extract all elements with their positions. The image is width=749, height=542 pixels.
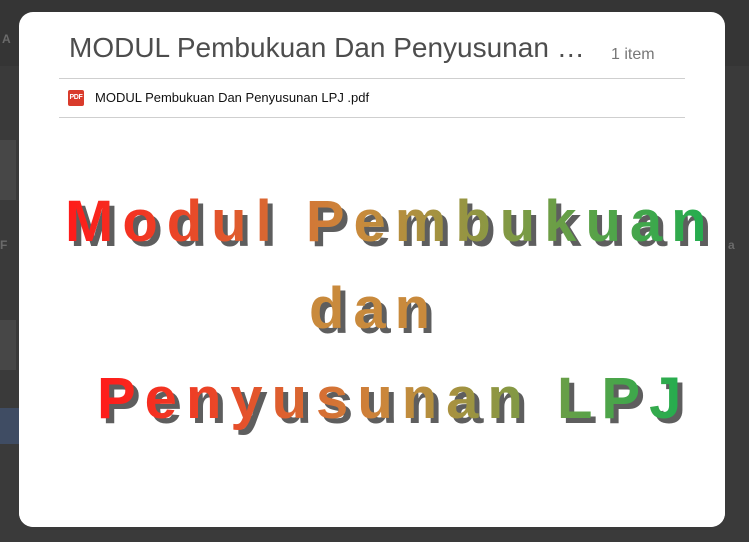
file-list-item[interactable]: PDF MODUL Pembukuan Dan Penyusunan LPJ .… bbox=[59, 79, 685, 118]
pdf-icon: PDF bbox=[68, 90, 84, 106]
preview-line-2: dan bbox=[309, 276, 439, 341]
dialog-header: MODUL Pembukuan Dan Penyusunan LPJ 1 ite… bbox=[59, 12, 685, 79]
dialog-title: MODUL Pembukuan Dan Penyusunan LPJ bbox=[69, 32, 599, 63]
preview-title-graphic: Modul Pembukuan Modul Pembukuan dan dan … bbox=[65, 189, 716, 436]
folder-preview-dialog: MODUL Pembukuan Dan Penyusunan LPJ 1 ite… bbox=[19, 12, 725, 527]
background-text-fragment: A bbox=[2, 32, 11, 46]
preview-line-3: Penyusunan LPJ bbox=[97, 366, 690, 431]
background-button bbox=[0, 408, 20, 444]
background-shape bbox=[0, 140, 16, 200]
document-preview: Modul Pembukuan Modul Pembukuan dan dan … bbox=[19, 118, 725, 527]
background-text-fragment: F bbox=[0, 238, 8, 252]
background-shape bbox=[0, 320, 16, 370]
item-count: 1 item bbox=[611, 46, 655, 63]
background-text-fragment: a bbox=[728, 238, 735, 252]
preview-line-1: Modul Pembukuan bbox=[65, 189, 716, 254]
file-name[interactable]: MODUL Pembukuan Dan Penyusunan LPJ .pdf bbox=[95, 90, 369, 105]
